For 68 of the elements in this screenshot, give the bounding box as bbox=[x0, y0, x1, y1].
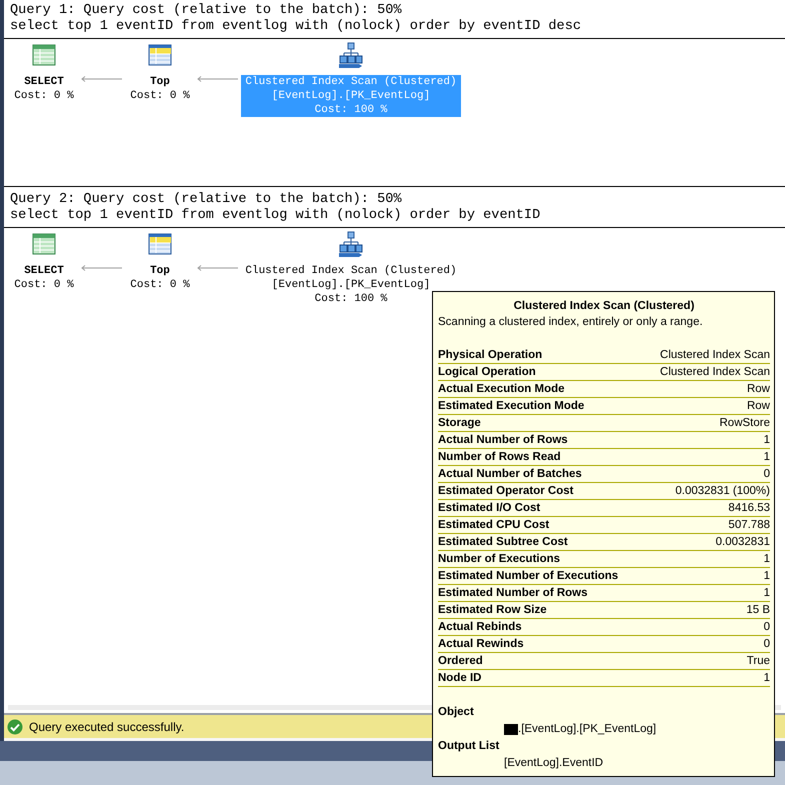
tooltip-description: Scanning a clustered index, entirely or only a range. bbox=[438, 315, 704, 330]
property-value: Row bbox=[746, 382, 770, 397]
property-name: Estimated Execution Mode bbox=[438, 399, 584, 414]
property-value: 1 bbox=[764, 433, 770, 448]
property-name: Output List bbox=[438, 739, 500, 754]
property-name: Estimated Number of Rows bbox=[438, 586, 588, 601]
property-value: 0 bbox=[764, 620, 770, 635]
table-icon[interactable] bbox=[147, 42, 173, 68]
property-name: Estimated Row Size bbox=[438, 603, 547, 618]
property-value: Clustered Index Scan bbox=[660, 348, 770, 363]
property-name: Node ID bbox=[438, 671, 482, 686]
query-cost-text: Query 1: Query cost (relative to the batch): 50% bbox=[10, 3, 403, 19]
property-name: Actual Number of Rows bbox=[438, 433, 568, 448]
property-value: 8416.53 bbox=[728, 501, 770, 516]
index-scan-icon[interactable] bbox=[338, 231, 364, 257]
property-name: Storage bbox=[438, 416, 481, 431]
arrow-icon bbox=[80, 264, 124, 272]
property-value: 0 bbox=[764, 467, 770, 482]
property-value: [EventLog].EventID bbox=[504, 756, 604, 771]
success-check-icon bbox=[7, 718, 23, 734]
property-value: 1 bbox=[764, 450, 770, 465]
property-name: Physical Operation bbox=[438, 348, 542, 363]
property-value: 1 bbox=[764, 586, 770, 601]
query-sql-text: select top 1 eventID from eventlog with (nolock) order by eventID bbox=[10, 208, 542, 224]
property-value: 0.0032831 bbox=[716, 535, 770, 550]
property-value: 15 B bbox=[746, 603, 770, 618]
plan-node-label[interactable]: Clustered Index Scan (Clustered) [EventLog].[PK_EventLog] Cost: 100 % bbox=[241, 264, 461, 306]
property-name: Estimated Operator Cost bbox=[438, 484, 574, 499]
property-value: 1 bbox=[764, 552, 770, 567]
property-value: 1 bbox=[764, 569, 770, 584]
property-value: 507.788 bbox=[728, 518, 770, 533]
property-value: 1 bbox=[764, 671, 770, 686]
arrow-icon bbox=[80, 75, 124, 83]
index-scan-icon[interactable] bbox=[338, 42, 364, 68]
arrow-icon bbox=[196, 75, 240, 83]
tooltip-title: Clustered Index Scan (Clustered) bbox=[512, 299, 696, 314]
property-value: True bbox=[746, 654, 770, 669]
property-name: Number of Executions bbox=[438, 552, 560, 567]
property-value: Row bbox=[746, 399, 770, 414]
property-name: Ordered bbox=[438, 654, 483, 669]
query-cost-text: Query 2: Query cost (relative to the batch): 50% bbox=[10, 192, 403, 208]
property-value: 0 bbox=[764, 637, 770, 652]
arrow-icon bbox=[196, 264, 240, 272]
query-sql-text: select top 1 eventID from eventlog with (nolock) order by eventID desc bbox=[10, 19, 582, 35]
property-name: Actual Execution Mode bbox=[438, 382, 565, 397]
property-name: Estimated I/O Cost bbox=[438, 501, 540, 516]
table-icon[interactable] bbox=[31, 42, 57, 68]
plan-node-label[interactable]: Top Cost: 0 % bbox=[126, 75, 194, 103]
table-icon[interactable] bbox=[147, 231, 173, 257]
plan-node-label[interactable]: SELECT Cost: 0 % bbox=[10, 264, 78, 292]
table-icon[interactable] bbox=[31, 231, 57, 257]
property-name: Object bbox=[438, 705, 475, 720]
property-name: Actual Rewinds bbox=[438, 637, 524, 652]
property-value: RowStore bbox=[720, 416, 770, 431]
property-value: .[EventLog].[PK_EventLog] bbox=[518, 722, 656, 737]
property-name: Actual Number of Batches bbox=[438, 467, 582, 482]
redaction-mark bbox=[504, 724, 518, 735]
property-name: Number of Rows Read bbox=[438, 450, 561, 465]
property-name: Estimated Subtree Cost bbox=[438, 535, 568, 550]
property-name: Estimated CPU Cost bbox=[438, 518, 550, 533]
property-value: 0.0032831 (100%) bbox=[675, 484, 770, 499]
property-name: Estimated Number of Executions bbox=[438, 569, 618, 584]
property-name: Actual Rebinds bbox=[438, 620, 522, 635]
plan-node-label[interactable]: SELECT Cost: 0 % bbox=[10, 75, 78, 103]
property-value: Clustered Index Scan bbox=[660, 365, 770, 380]
property-name: Logical Operation bbox=[438, 365, 536, 380]
plan-node-label[interactable]: Top Cost: 0 % bbox=[126, 264, 194, 292]
status-message: Query executed successfully. bbox=[29, 720, 184, 734]
